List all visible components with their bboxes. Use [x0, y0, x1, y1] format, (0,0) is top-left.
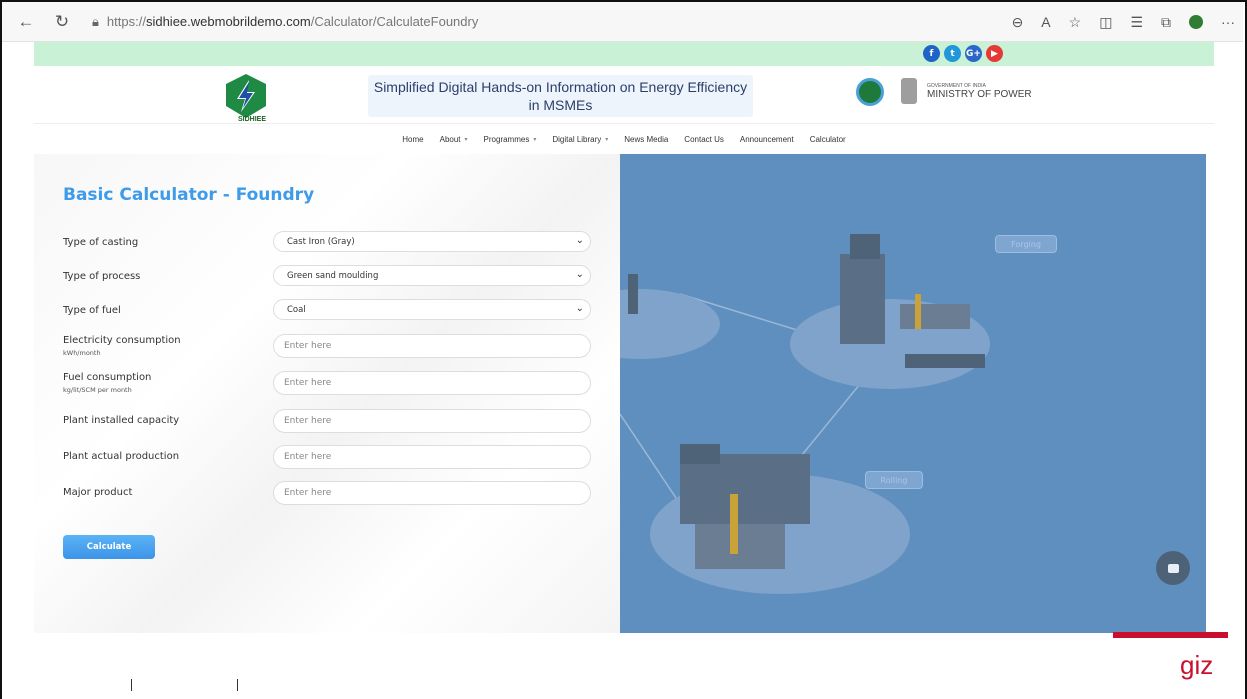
twitter-icon[interactable]: t	[944, 45, 961, 62]
chat-icon[interactable]	[1156, 551, 1190, 585]
fuel-label: Type of fuel	[63, 305, 121, 316]
fuel-select[interactable]: Coal ⌄	[273, 299, 591, 320]
rolling-tag[interactable]: Rolling	[865, 471, 923, 489]
menu-item-home[interactable]: Home	[402, 135, 423, 144]
production-placeholder: Enter here	[284, 452, 332, 462]
menu-item-contact-us[interactable]: Contact Us	[684, 135, 724, 144]
production-input[interactable]: Enter here	[273, 445, 591, 469]
site-header: SIDHIEE Simplified Digital Hands-on Info…	[34, 66, 1214, 124]
split-screen-icon[interactable]: ◫	[1099, 14, 1112, 31]
product-placeholder: Enter here	[284, 488, 332, 498]
casting-value: Cast Iron (Gray)	[287, 236, 355, 247]
profile-icon[interactable]	[1189, 15, 1203, 29]
menu-item-calculator[interactable]: Calculator	[810, 135, 846, 144]
capacity-placeholder: Enter here	[284, 416, 332, 426]
chevron-down-icon: ⌄	[575, 303, 584, 314]
chevron-down-icon: ⌄	[575, 269, 584, 280]
fuel-consumption-placeholder: Enter here	[284, 378, 332, 388]
refresh-icon[interactable]: ↻	[50, 10, 74, 34]
chevron-down-icon: ⌄	[575, 235, 584, 246]
menu-label: Calculator	[809, 134, 846, 144]
calculate-button[interactable]: Calculate	[63, 535, 155, 559]
youtube-icon[interactable]: ▶	[986, 45, 1003, 62]
menu-item-news-media[interactable]: News Media	[624, 135, 668, 144]
social-links: f t G+ ▶	[923, 45, 1003, 62]
energy-efficiency-logo-icon	[856, 78, 884, 106]
national-emblem-icon	[901, 78, 917, 104]
googleplus-icon[interactable]: G+	[965, 45, 982, 62]
footer-divider	[131, 679, 132, 691]
sidhiee-logo-icon[interactable]	[221, 72, 271, 120]
menu-label: Announcement	[739, 134, 794, 144]
electricity-placeholder: Enter here	[284, 341, 332, 351]
url-host: sidhiee.webmobrildemo.com	[145, 14, 311, 29]
menu-item-about[interactable]: About ▾	[440, 135, 468, 144]
electricity-unit: kWh/month	[63, 349, 101, 357]
product-input[interactable]: Enter here	[273, 481, 591, 505]
menu-item-programmes[interactable]: Programmes ▾	[484, 135, 537, 144]
product-label: Major product	[63, 487, 133, 498]
chevron-down-icon: ▾	[464, 136, 468, 143]
menu-label: Digital Library	[552, 134, 602, 144]
favorites-list-icon[interactable]: ☰	[1130, 14, 1143, 31]
more-icon[interactable]: ···	[1221, 14, 1235, 30]
electricity-input[interactable]: Enter here	[273, 334, 591, 358]
capacity-input[interactable]: Enter here	[273, 409, 591, 433]
read-aloud-icon[interactable]: A	[1041, 14, 1050, 30]
main-menu: Home About ▾ Programmes ▾ Digital Library ▾…	[34, 124, 1214, 154]
chevron-down-icon: ▾	[605, 136, 609, 143]
factory-illustration-icon	[620, 234, 990, 594]
forging-tag[interactable]: Forging	[995, 235, 1057, 253]
menu-label: About	[439, 134, 461, 144]
menu-label: Contact Us	[684, 134, 724, 144]
casting-label: Type of casting	[63, 237, 139, 248]
casting-select[interactable]: Cast Iron (Gray) ⌄	[273, 231, 591, 252]
logo-text: SIDHIEE	[238, 116, 267, 123]
url-path: /Calculator/CalculateFoundry	[310, 14, 479, 29]
site-tagline: Simplified Digital Hands-on Information …	[368, 75, 753, 117]
menu-item-digital-library[interactable]: Digital Library ▾	[552, 135, 608, 144]
industry-illustration: Forging Rolling	[620, 154, 1206, 633]
footer-divider	[237, 679, 238, 691]
page-title: Basic Calculator - Foundry	[63, 185, 315, 205]
browser-toolbar: ← ↻ 🔒︎ https://sidhiee.webmobrildemo.com…	[2, 2, 1243, 42]
browser-actions: ⊖ A ☆ ◫ ☰ ⧉ ···	[1012, 2, 1235, 42]
favorite-icon[interactable]: ☆	[1069, 14, 1082, 31]
menu-label: Programmes	[483, 134, 530, 144]
fuel-consumption-input[interactable]: Enter here	[273, 371, 591, 395]
process-select[interactable]: Green sand moulding ⌄	[273, 265, 591, 286]
back-icon[interactable]: ←	[14, 10, 38, 34]
ministry-label: MINISTRY OF POWER	[927, 89, 1032, 100]
lock-icon: 🔒︎	[92, 13, 99, 29]
process-label: Type of process	[63, 271, 141, 282]
chevron-down-icon: ▾	[533, 136, 537, 143]
fuel-consumption-label: Fuel consumption	[63, 372, 152, 383]
giz-logo: giz	[1180, 650, 1214, 680]
collections-icon[interactable]: ⧉	[1161, 14, 1171, 31]
production-label: Plant actual production	[63, 451, 180, 462]
menu-item-announcement[interactable]: Announcement	[740, 135, 794, 144]
process-value: Green sand moulding	[287, 270, 379, 281]
zoom-icon[interactable]: ⊖	[1012, 14, 1024, 31]
fuel-value: Coal	[287, 304, 306, 315]
fuel-consumption-unit: kg/lit/SCM per month	[63, 386, 132, 394]
capacity-label: Plant installed capacity	[63, 415, 180, 426]
electricity-label: Electricity consumption	[63, 335, 181, 346]
menu-label: News Media	[624, 134, 669, 144]
menu-label: Home	[402, 134, 424, 144]
url-prefix: https://	[106, 14, 146, 29]
facebook-icon[interactable]: f	[923, 45, 940, 62]
social-strip	[34, 42, 1214, 66]
giz-accent-bar	[1113, 632, 1228, 638]
address-bar[interactable]: https://sidhiee.webmobrildemo.com/Calcul…	[107, 14, 478, 29]
